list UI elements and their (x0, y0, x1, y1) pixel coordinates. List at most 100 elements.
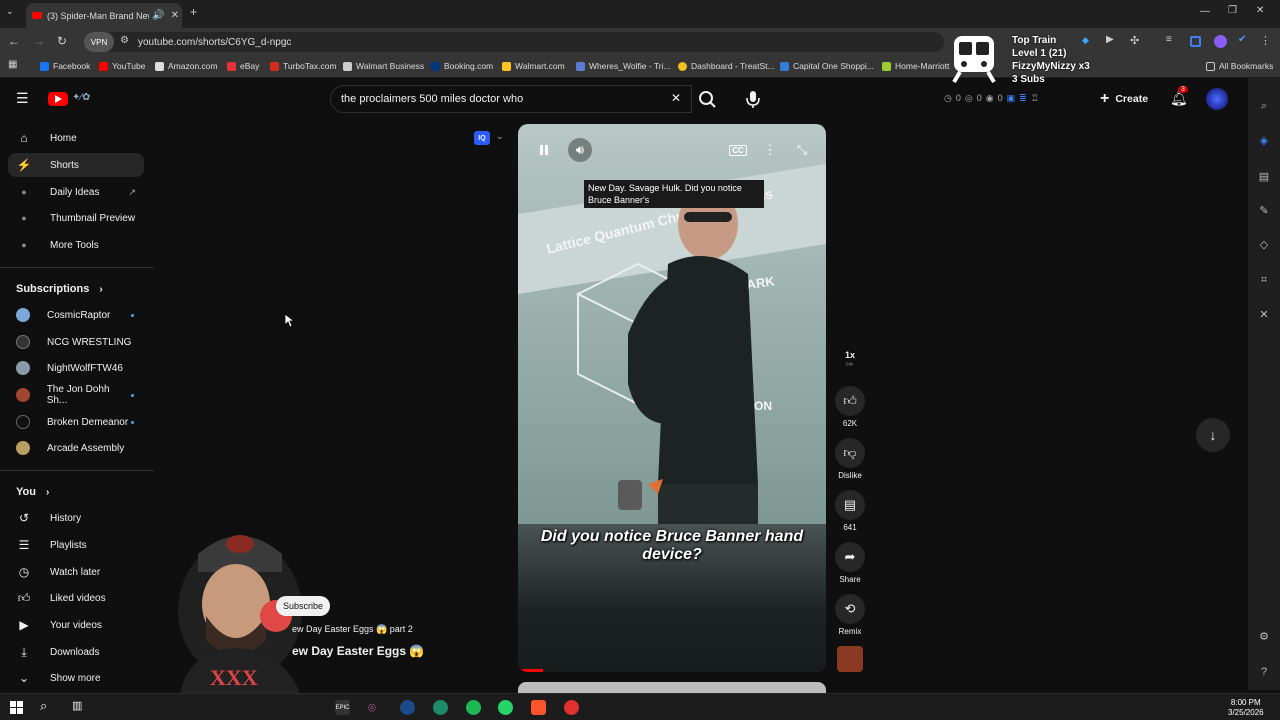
volume-button[interactable]: 🔊︎ (568, 138, 592, 162)
vpn-icon[interactable]: VPN (84, 32, 114, 52)
like-button[interactable]: 👍︎ 62K (834, 386, 866, 428)
subscription-broken-demeanor[interactable]: Broken Demeanor (8, 410, 144, 434)
tools-side-icon[interactable]: ✕ (1257, 308, 1271, 322)
bookmark-ebay[interactable]: eBay (227, 61, 259, 71)
restore-icon[interactable]: ❐ (1228, 5, 1237, 16)
comments-button[interactable]: ▤ 641 (834, 490, 866, 532)
dislike-button[interactable]: 👎︎ Dislike (834, 438, 866, 480)
playback-speed-button[interactable]: 1x ▹▹ (834, 350, 866, 368)
create-button[interactable]: + Create (1100, 86, 1158, 112)
video-extension-icon[interactable]: ▶ (1106, 34, 1114, 45)
apps-grid-icon[interactable]: ▦ (8, 59, 17, 70)
chevron-down-icon[interactable]: ⌄ (496, 131, 504, 142)
close-window-icon[interactable]: ✕ (1256, 5, 1264, 16)
sidebar-item-history[interactable]: ↺ History (8, 506, 144, 530)
more-options-button[interactable]: ⋮ (758, 138, 782, 162)
task-view-icon[interactable]: ▥ (72, 699, 82, 712)
shield-icon[interactable]: ✔ (1238, 34, 1246, 45)
extensions-puzzle-icon[interactable]: ✣ (1130, 34, 1139, 47)
sidebar-item-downloads[interactable]: ⤓ Downloads (8, 640, 144, 664)
youtube-logo-icon[interactable] (48, 92, 68, 106)
video-progress-bar[interactable] (518, 669, 543, 672)
reload-icon[interactable]: ↻ (57, 34, 67, 48)
sidebar-panel-icon[interactable] (1190, 36, 1201, 47)
pause-button[interactable] (532, 138, 556, 162)
browser-menu-icon[interactable]: ⋮ (1260, 34, 1271, 47)
help-icon[interactable]: ? (1257, 666, 1271, 680)
sidebar-item-home[interactable]: ⌂ Home (8, 126, 144, 150)
trophy-icon[interactable]: ♖ (1031, 93, 1039, 104)
gamepad-icon[interactable]: ⌗ (1257, 274, 1271, 288)
subscription-ncg-wrestling[interactable]: NCG WRESTLING (8, 330, 144, 354)
app-green-icon[interactable] (433, 700, 448, 715)
share-button[interactable]: ➦ Share (834, 542, 866, 584)
bookmark-amazon[interactable]: Amazon.com (155, 61, 218, 71)
url-field[interactable]: VPN ⚙ youtube.com/shorts/C6YG_d-npgc (84, 32, 944, 52)
app-pin-icon[interactable]: ⌾ (368, 700, 383, 715)
sidebar-item-shorts[interactable]: ⚡ Shorts (8, 153, 144, 177)
next-short-preview[interactable] (518, 682, 826, 693)
bookmark-facebook[interactable]: Facebook (40, 61, 90, 71)
browser-tab[interactable]: (3) Spider-Man Brand New 🔊 ✕ (26, 3, 182, 28)
taskbar-clock[interactable]: 8:00 PM 3/25/2026 (1228, 698, 1264, 718)
document-icon[interactable]: ▤ (1257, 170, 1271, 184)
subscription-jon-dohh[interactable]: The Jon Dohh Sh... (8, 383, 144, 407)
remix-button[interactable]: ⟲ Remix (834, 594, 866, 636)
bookmark-walmart-business[interactable]: Walmart Business (343, 61, 424, 71)
list-extension-icon[interactable]: ≣ (1019, 93, 1027, 104)
subscriptions-heading[interactable]: Subscriptions › (16, 283, 103, 295)
tag-icon[interactable]: ◇ (1257, 238, 1271, 252)
new-tab-button[interactable]: + (190, 5, 197, 19)
spotify-icon[interactable] (466, 700, 481, 715)
bookmark-turbotax[interactable]: TurboTax.com (270, 61, 337, 71)
bookmark-wheres-wolfie[interactable]: Wheres_Wolfie - Tri... (576, 61, 671, 71)
whatsapp-icon[interactable] (498, 700, 513, 715)
sidebar-item-liked-videos[interactable]: 👍︎ Liked videos (8, 586, 144, 610)
back-icon[interactable]: ← (8, 34, 20, 48)
subscription-arcade-assembly[interactable]: Arcade Assembly (8, 436, 144, 460)
customize-icon[interactable]: ⚙ (1257, 630, 1271, 644)
clear-search-icon[interactable]: ✕ (671, 91, 681, 105)
epic-games-icon[interactable]: EPIC (335, 700, 350, 715)
site-info-icon[interactable]: ⚙ (120, 35, 129, 46)
iq-extension-icon[interactable]: ▣ (1007, 93, 1016, 104)
bookmark-treatstream[interactable]: Dashboard - TreatSt... (678, 61, 775, 71)
all-bookmarks[interactable]: All Bookmarks (1206, 61, 1273, 71)
bookmark-walmart[interactable]: Walmart.com (502, 61, 565, 71)
account-avatar[interactable] (1206, 88, 1228, 110)
sidebar-item-playlists[interactable]: ☰ Playlists (8, 533, 144, 557)
reading-list-icon[interactable]: ≡ (1166, 34, 1172, 45)
copilot-icon[interactable]: ◈ (1257, 134, 1271, 148)
profile-avatar-icon[interactable] (1214, 35, 1227, 48)
sidebar-item-thumbnail-preview[interactable]: ● Thumbnail Preview (8, 206, 144, 230)
app-red-icon[interactable] (564, 700, 579, 715)
search-input[interactable]: the proclaimers 500 miles doctor who ✕ (330, 85, 692, 113)
fullscreen-button[interactable]: ⤡ (790, 138, 814, 162)
forward-icon[interactable]: → (33, 34, 45, 48)
subscription-nightwolfftw46[interactable]: NightWolfFTW46 (8, 356, 144, 380)
menu-icon[interactable]: ☰ (16, 90, 29, 107)
iq-extension-badge-icon[interactable]: IQ (474, 131, 490, 145)
sidebar-item-daily-ideas[interactable]: ● Daily Ideas ↗ (8, 180, 144, 204)
shorts-player[interactable]: Lattice Quantum Chromodynamics QUARK LUO… (518, 124, 826, 672)
sidebar-item-watch-later[interactable]: ◷ Watch later (8, 560, 144, 584)
search-side-icon[interactable]: ⌕ (1257, 100, 1271, 114)
bookmark-booking[interactable]: Booking.com (431, 61, 493, 71)
next-video-button[interactable]: ↓ (1196, 418, 1230, 452)
bookmark-marriott[interactable]: Home-Marriott (882, 61, 949, 71)
minimize-icon[interactable]: — (1200, 6, 1210, 17)
taskbar-search-icon[interactable]: ⌕ (40, 698, 47, 714)
subscription-cosmicraptor[interactable]: CosmicRaptor (8, 303, 144, 327)
bookmark-capital-one[interactable]: Capital One Shoppi... (780, 61, 874, 71)
captions-button[interactable]: CC (726, 138, 750, 162)
sound-thumbnail[interactable] (837, 646, 863, 672)
sidebar-item-show-more[interactable]: ⌄ Show more (8, 666, 144, 690)
mute-tab-icon[interactable]: 🔊 (152, 10, 164, 21)
you-heading[interactable]: You › (16, 486, 49, 498)
notifications-button[interactable]: 🔔︎ 3 (1170, 86, 1188, 107)
start-button[interactable] (9, 700, 24, 715)
steam-icon[interactable] (400, 700, 415, 715)
brave-icon[interactable] (531, 700, 546, 715)
voice-search-button[interactable] (740, 86, 766, 112)
close-tab-icon[interactable]: ✕ (171, 10, 179, 21)
